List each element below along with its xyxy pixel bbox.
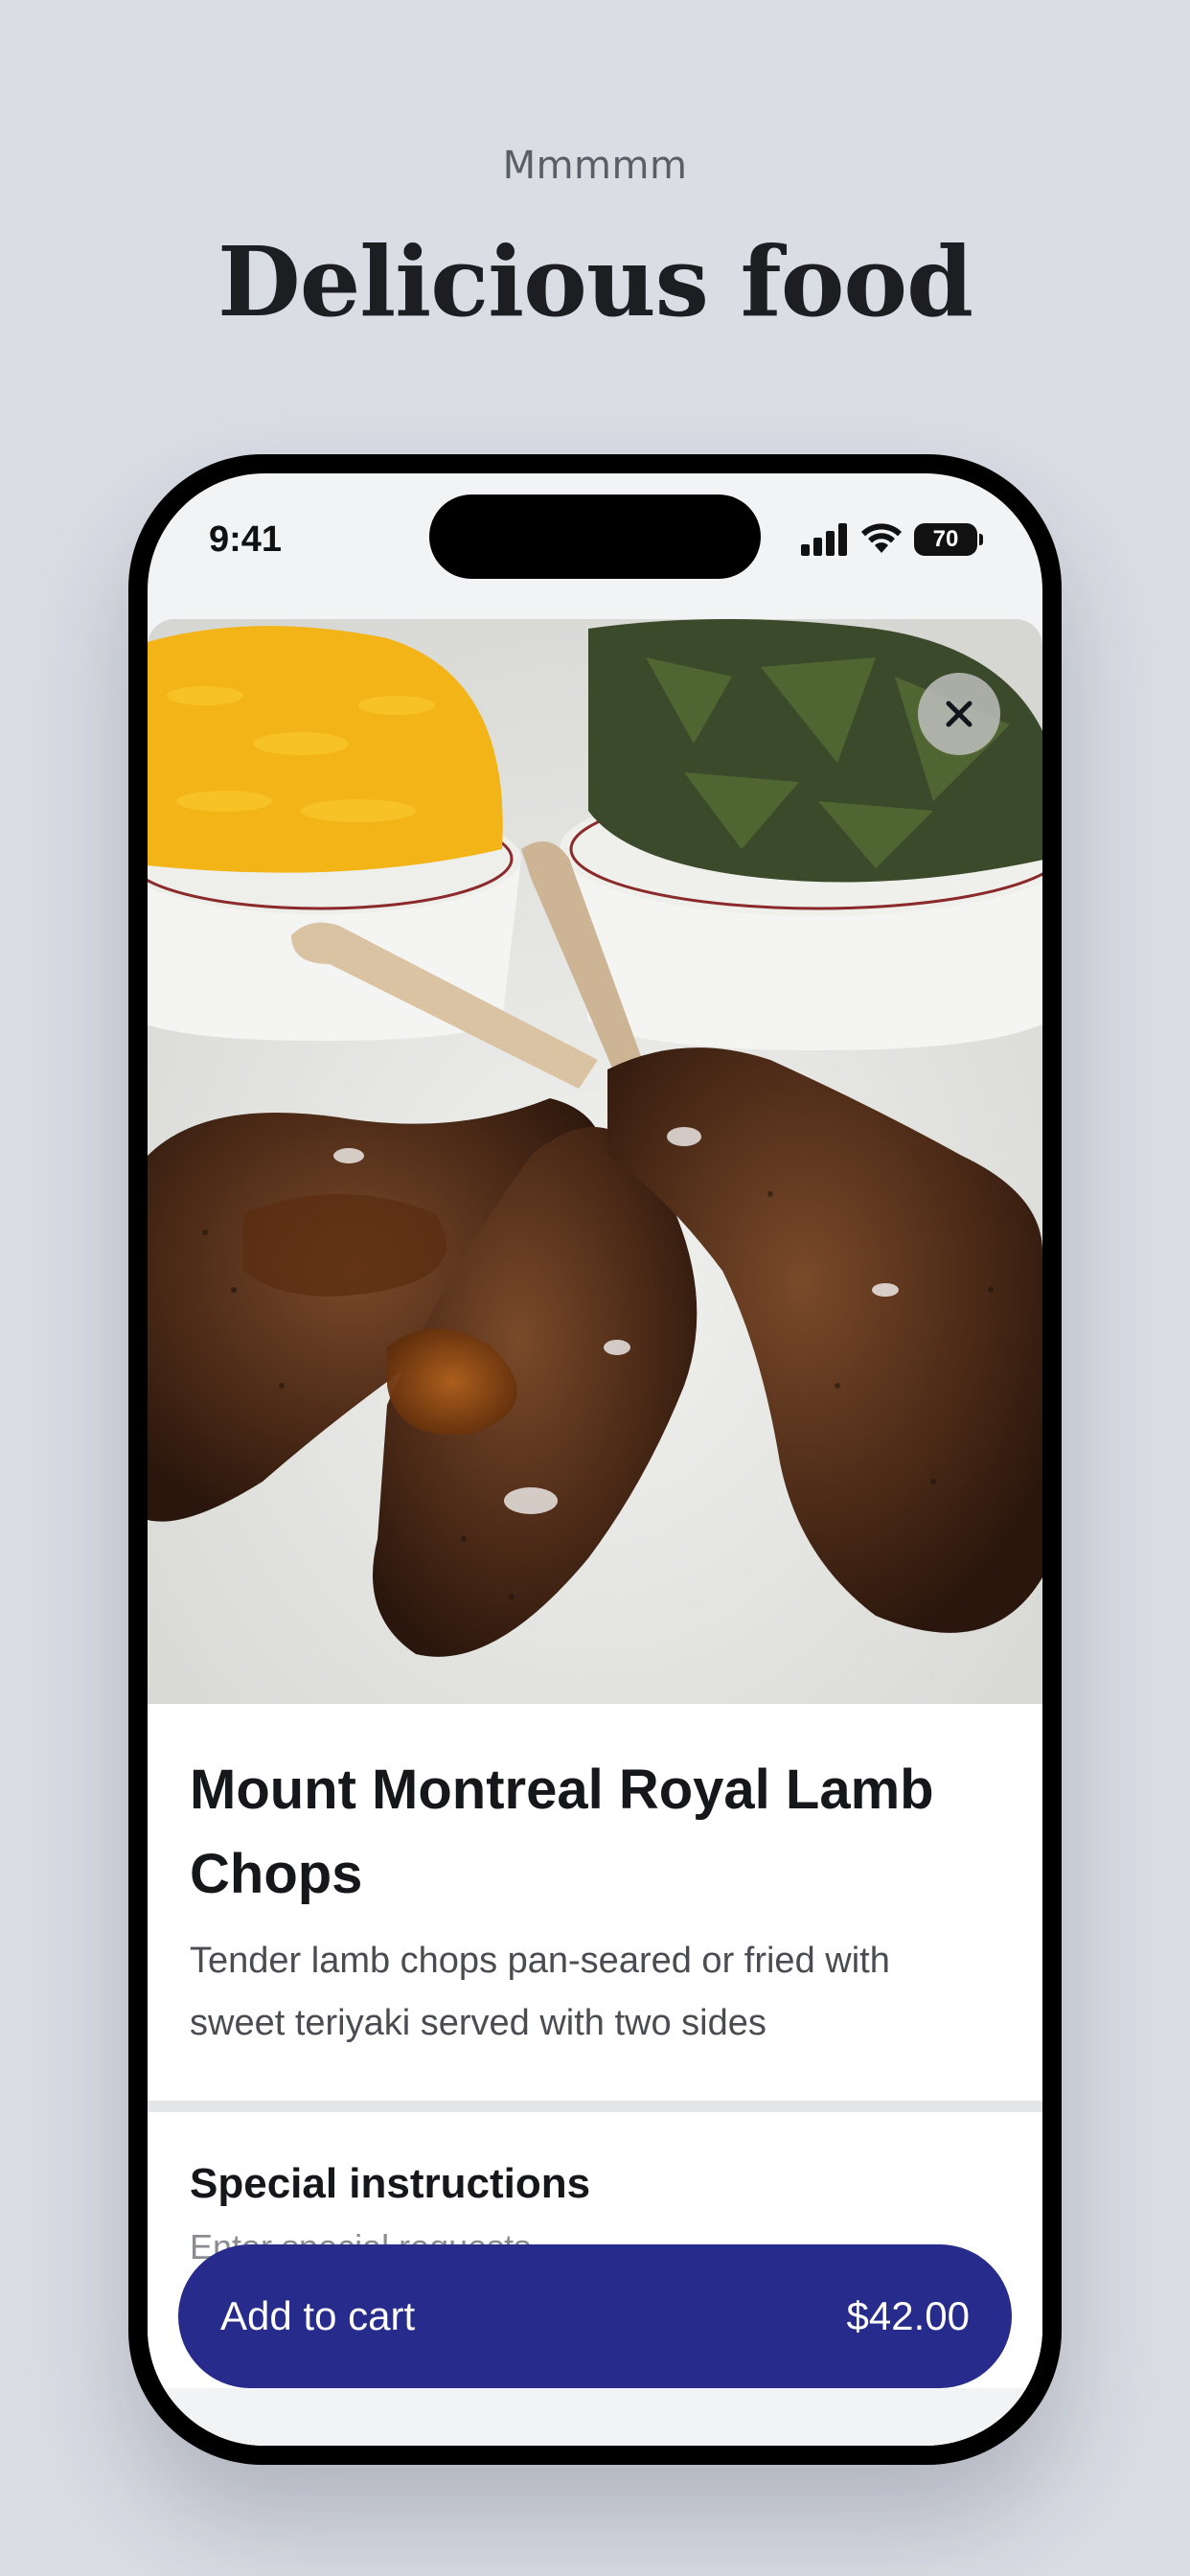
- item-description: Tender lamb chops pan-seared or fried wi…: [190, 1941, 890, 2043]
- phone-frame: 9:41 70 Mount Montreal Royal Lamb Chops …: [128, 454, 1062, 2465]
- add-to-cart-button[interactable]: Add to cart $42.00: [178, 2244, 1012, 2388]
- close-button[interactable]: [918, 673, 1000, 755]
- add-to-cart-price: $42.00: [846, 2293, 970, 2338]
- special-instructions-heading: Special instructions: [190, 2160, 591, 2207]
- food-illustration: [148, 619, 1042, 1704]
- close-icon: [946, 701, 973, 727]
- phone-screen: 9:41 70 Mount Montreal Royal Lamb Chops …: [148, 473, 1042, 2446]
- signal-icon: [801, 523, 847, 556]
- eyebrow-text: Mmmmm: [502, 144, 688, 188]
- status-time: 9:41: [209, 519, 283, 560]
- section-divider: [148, 2101, 1042, 2112]
- bottom-safe-area: [148, 2388, 1042, 2446]
- dynamic-island: [429, 494, 761, 579]
- item-detail-sheet: Mount Montreal Royal Lamb Chops Tender l…: [148, 619, 1042, 2446]
- item-title: Mount Montreal Royal Lamb Chops: [190, 1759, 934, 1905]
- wifi-icon: [861, 523, 902, 553]
- status-icons: 70: [801, 523, 983, 556]
- battery-icon: 70: [914, 523, 983, 556]
- food-photo: [148, 619, 1042, 1704]
- add-to-cart-label: Add to cart: [220, 2293, 416, 2338]
- headline: Delicious food: [217, 225, 973, 338]
